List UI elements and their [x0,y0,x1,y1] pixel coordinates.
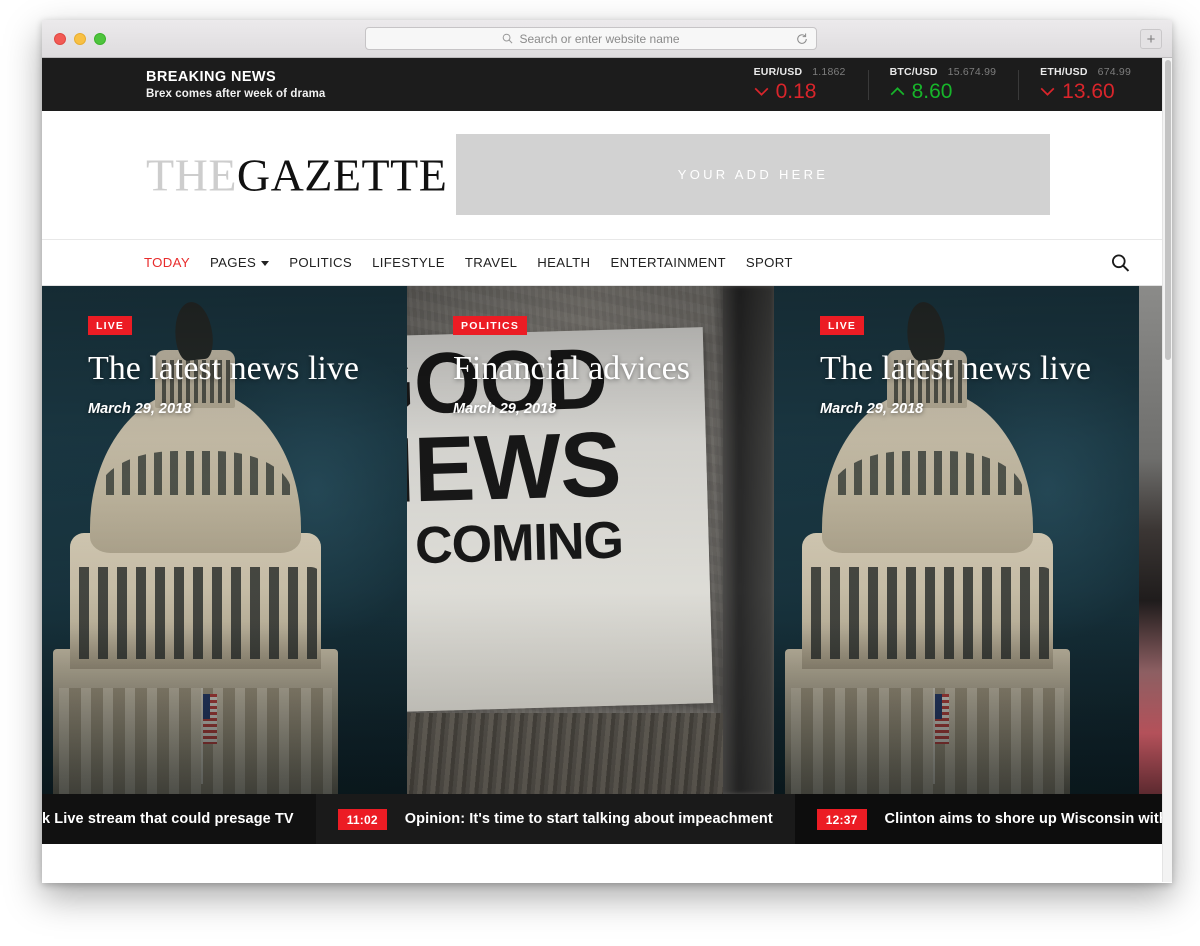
minimize-window-button[interactable] [74,32,86,45]
nav-item-health[interactable]: HEALTH [537,255,590,270]
quote-price: 674.99 [1097,65,1131,78]
chevron-down-icon [261,261,270,266]
slide-date: March 29, 2018 [820,400,924,417]
ad-banner[interactable]: YOUR ADD HERE [456,134,1050,215]
page-bottom-whitespace [42,844,1172,882]
search-icon[interactable] [1111,253,1130,272]
nav-label: TODAY [144,255,190,270]
address-bar-placeholder: Search or enter website name [519,31,680,46]
quote-price: 1.1862 [812,65,846,78]
window-controls[interactable] [54,32,106,45]
zoom-window-button[interactable] [94,32,106,45]
ad-banner-label: YOUR ADD HERE [677,167,829,182]
nav-item-sport[interactable]: SPORT [746,255,793,270]
site-logo[interactable]: THEGAZETTE [146,149,447,202]
slide-title[interactable]: The latest news live [820,350,1119,388]
nav-item-today[interactable]: TODAY [144,255,190,270]
quote-eth-usd[interactable]: ETH/USD 674.99 13.60 [1018,66,1153,104]
browser-window: Search or enter website name + BREAKING … [42,20,1172,883]
breaking-news-title: BREAKING NEWS [146,69,277,85]
slide-title[interactable]: Financial advices [453,350,754,388]
nav-label: SPORT [745,255,793,270]
arrow-down-icon [754,87,768,96]
quote-price: 15.674.99 [947,65,997,78]
nav-item-entertainment[interactable]: ENTERTAINMENT [610,255,725,270]
hero-slide-2[interactable]: GOOD NEWS IS COMING POLITICS Financial a… [407,286,774,794]
logo-gazette: GAZETTE [236,149,448,201]
arrow-down-icon [1040,87,1055,96]
reload-icon[interactable] [796,33,808,45]
nav-label: LIFESTYLE [372,255,445,270]
slide-badge[interactable]: POLITICS [453,316,528,335]
page-scrollbar-thumb[interactable] [1165,60,1171,360]
quote-btc-usd[interactable]: BTC/USD 15.674.99 8.60 [867,65,1019,104]
new-tab-button[interactable]: + [1140,29,1162,49]
hero-slide-1[interactable]: LIVE The latest news live March 29, 2018 [42,286,407,794]
nav-item-travel[interactable]: TRAVEL [465,255,517,270]
quote-pair: BTC/USD [889,65,938,78]
slide-title[interactable]: The latest news live [88,350,387,388]
quote-delta: 13.60 [1062,79,1115,103]
nav-label: PAGES [209,255,257,270]
quote-eur-usd[interactable]: EUR/USD 1.1862 0.18 [732,66,868,104]
ticker-time: 11:02 [337,808,387,830]
site-masthead: THEGAZETTE YOUR ADD HERE [42,111,1172,239]
ticker-text: Opinion: It's time to start talking abou… [404,811,773,827]
market-quotes: EUR/USD 1.1862 0.18 BTC/USD 15.674.99 8.… [732,58,1153,111]
news-ticker: k Live stream that could presage TV 11:0… [42,794,1172,844]
nav-label: TRAVEL [464,255,518,270]
browser-titlebar: Search or enter website name + [42,20,1172,58]
nav-label: POLITICS [289,255,353,270]
quote-pair: EUR/USD [753,65,803,78]
slide-badge[interactable]: LIVE [88,316,133,335]
slide-badge[interactable]: LIVE [820,316,865,335]
ticker-text: Clinton aims to shore up Wisconsin with … [884,811,1173,827]
ticker-time: 12:37 [816,808,867,830]
quote-delta: 0.18 [775,79,817,103]
slide-date: March 29, 2018 [88,400,192,417]
ticker-item-1[interactable]: k Live stream that could presage TV [42,794,316,844]
quote-delta: 8.60 [911,79,953,103]
logo-the: THE [146,149,237,201]
new-tab-label: + [1146,30,1156,48]
quote-pair: ETH/USD [1040,65,1088,78]
nav-label: HEALTH [537,255,591,270]
ticker-item-3[interactable]: 12:37 Clinton aims to shore up Wisconsin… [795,794,1172,844]
slide-date: March 29, 2018 [453,400,557,417]
page-scrollbar[interactable] [1162,58,1172,882]
main-navigation: TODAY PAGES POLITICS LIFESTYLE TRAVEL HE… [42,239,1172,286]
breaking-news-bar: BREAKING NEWS Brex comes after week of d… [42,58,1172,111]
hero-slider: LIVE The latest news live March 29, 2018 [42,286,1172,794]
address-bar[interactable]: Search or enter website name [365,27,817,50]
breaking-news-text: BREAKING NEWS Brex comes after week of d… [146,69,325,100]
nav-label: ENTERTAINMENT [610,255,726,270]
nav-item-politics[interactable]: POLITICS [289,255,352,270]
hero-slide-3[interactable]: LIVE The latest news live March 29, 2018 [774,286,1139,794]
search-icon [502,33,513,44]
close-window-button[interactable] [54,32,66,45]
ticker-text: k Live stream that could presage TV [42,811,294,827]
page-viewport: BREAKING NEWS Brex comes after week of d… [42,58,1172,882]
nav-item-lifestyle[interactable]: LIFESTYLE [372,255,445,270]
breaking-news-subtitle[interactable]: Brex comes after week of drama [146,88,325,100]
nav-item-pages[interactable]: PAGES [209,255,270,270]
arrow-up-icon [890,87,904,96]
ticker-item-2[interactable]: 11:02 Opinion: It's time to start talkin… [315,794,795,844]
